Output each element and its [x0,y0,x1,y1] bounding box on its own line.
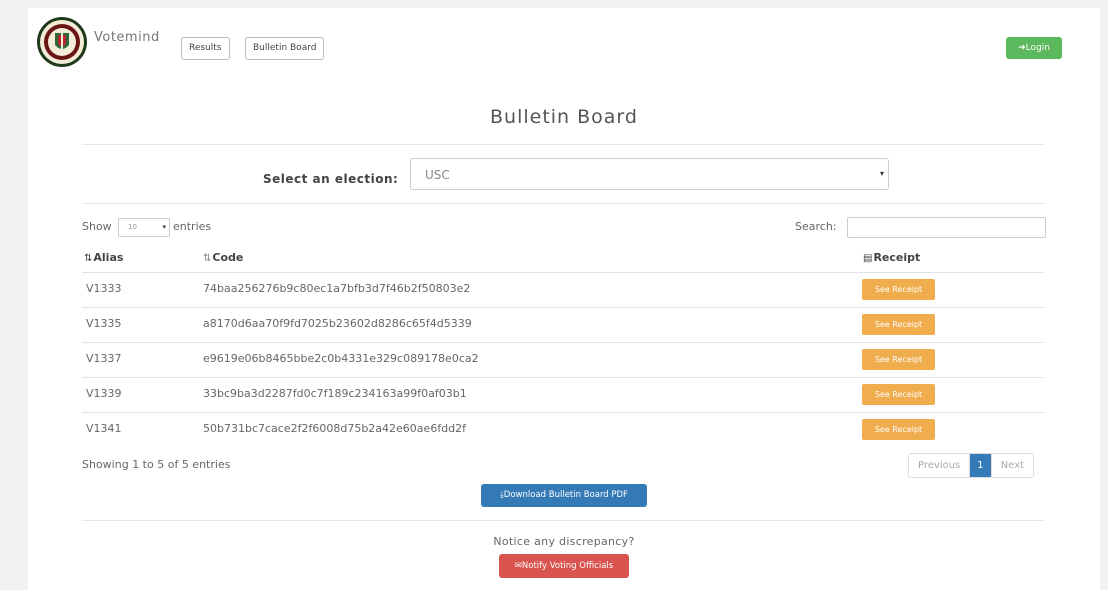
search-input[interactable] [847,217,1046,238]
table-row: V1333 74baa256276b9c80ec1a7bfb3d7f46b2f5… [82,272,1044,307]
table-row: V1339 33bc9ba3d2287fd0c7f189c234163a99f0… [82,377,1044,412]
alias-cell: V1333 [86,282,122,295]
dropdown-caret-icon: ▾ [162,223,166,231]
nav-bulletin-board-button[interactable]: Bulletin Board [245,37,325,60]
alias-cell: V1341 [86,422,122,435]
column-header-code[interactable]: ⇅Code [203,251,243,264]
see-receipt-button[interactable]: See Receipt [862,419,935,440]
page: Votemind Results Bulletin Board ➔Login B… [28,8,1100,590]
nav-results-button[interactable]: Results [181,37,230,60]
column-header-receipt-label: Receipt [873,251,921,264]
login-button[interactable]: ➔Login [1006,37,1062,59]
code-cell: 74baa256276b9c80ec1a7bfb3d7f46b2f50803e2 [203,282,471,295]
column-header-alias-label: Alias [93,251,124,264]
list-icon: ▤ [863,253,873,264]
table-row: V1337 e9619e06b8465bbe2c0b4331e329c08917… [82,342,1044,377]
sign-in-icon: ➔ [1018,43,1026,53]
sort-ascending-icon: ⇅ [84,253,93,264]
code-cell: 50b731bc7cace2f2f6008d75b2a42e60ae6fdd2f [203,422,467,435]
code-cell: 33bc9ba3d2287fd0c7f189c234163a99f0af03b1 [203,387,467,400]
notify-officials-button[interactable]: ✉Notify Voting Officials [499,554,629,578]
entries-label: entries [173,220,212,233]
election-divider [82,203,1044,204]
alias-cell: V1335 [86,317,122,330]
entries-length-select[interactable]: 10 ▾ [118,218,170,237]
entries-length-value: 10 [128,223,137,231]
table-info: Showing 1 to 5 of 5 entries [82,458,231,471]
footer-divider [82,520,1044,521]
code-cell: e9619e06b8465bbe2c0b4331e329c089178e0ca2 [203,352,479,365]
sort-icon: ⇅ [203,253,212,264]
dropdown-caret-icon: ▾ [879,169,884,178]
column-header-receipt[interactable]: ▤Receipt [863,251,920,264]
show-label: Show [82,220,112,233]
brand-name[interactable]: Votemind [94,30,160,45]
election-select[interactable]: USC ▾ [410,158,889,190]
page-title: Bulletin Board [490,106,638,128]
code-cell: a8170d6aa70f9fd7025b23602d8286c65f4d5339 [203,317,472,330]
table-row: V1335 a8170d6aa70f9fd7025b23602d8286c65f… [82,307,1044,342]
download-pdf-label: Download Bulletin Board PDF [503,490,628,500]
pagination-previous[interactable]: Previous [909,454,971,477]
notify-officials-label: Notify Voting Officials [521,561,614,571]
title-divider [82,144,1044,145]
see-receipt-button[interactable]: See Receipt [862,349,935,370]
column-header-alias[interactable]: ⇅Alias [84,251,123,264]
see-receipt-button[interactable]: See Receipt [862,384,935,405]
alias-cell: V1337 [86,352,122,365]
pagination-next[interactable]: Next [990,454,1033,477]
notice-text: Notice any discrepancy? [493,535,635,548]
search-label: Search: [795,220,837,233]
election-select-label: Select an election: [263,172,399,186]
download-pdf-button[interactable]: ⤓Download Bulletin Board PDF [481,484,647,507]
alias-cell: V1339 [86,387,122,400]
pagination-page-1[interactable]: 1 [970,454,991,477]
university-seal-logo[interactable] [36,16,88,68]
see-receipt-button[interactable]: See Receipt [862,314,935,335]
pagination: Previous 1 Next [908,453,1034,478]
column-header-code-label: Code [212,251,244,264]
table-row: V1341 50b731bc7cace2f2f6008d75b2a42e60ae… [82,412,1044,447]
login-label: Login [1025,43,1050,53]
envelope-icon: ✉ [514,561,522,571]
see-receipt-button[interactable]: See Receipt [862,279,935,300]
election-select-value: USC [425,168,450,182]
